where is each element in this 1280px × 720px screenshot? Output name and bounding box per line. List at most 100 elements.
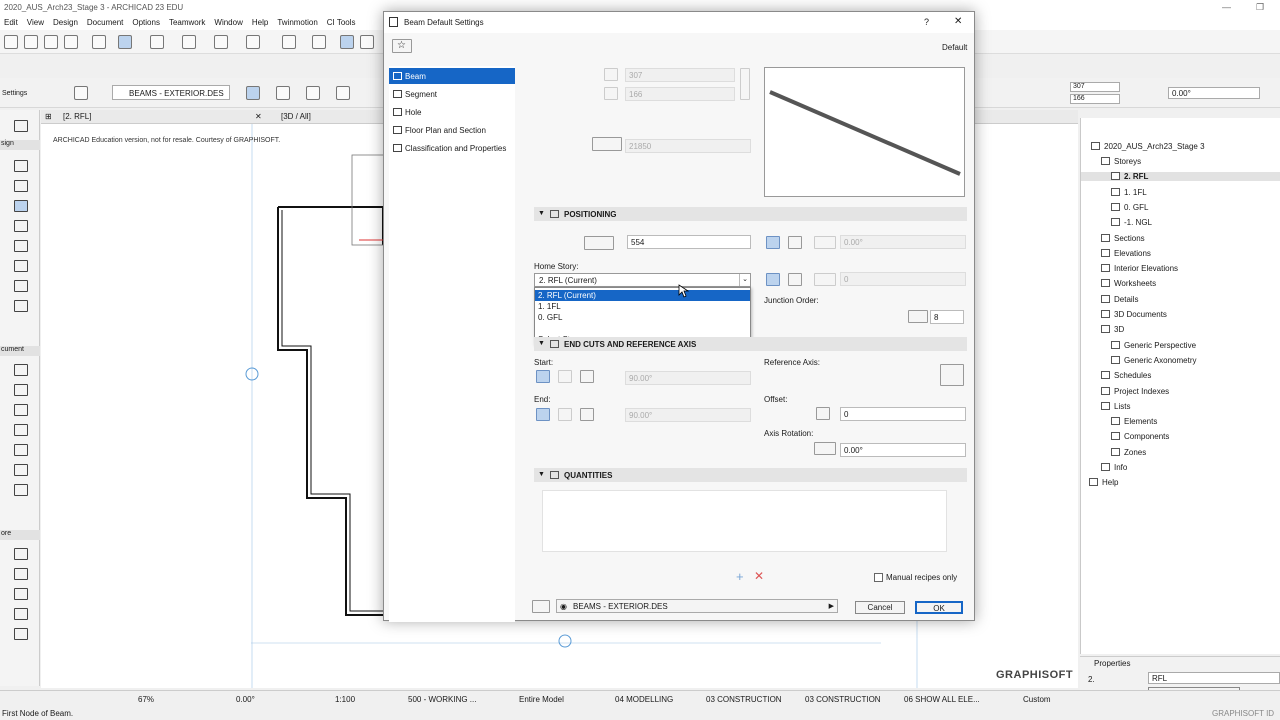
navigator-item[interactable]: Schedules xyxy=(1101,371,1151,380)
story-option[interactable]: 0. GFL xyxy=(535,312,750,323)
axis-rotation-field[interactable]: 0.00° xyxy=(840,443,966,457)
curve-field[interactable]: 0 xyxy=(840,272,966,286)
rotation-angle[interactable]: 0.00° xyxy=(236,695,255,704)
add-icon[interactable]: + xyxy=(736,569,744,584)
zoom-level[interactable]: 67% xyxy=(138,695,154,704)
polyline-tool-icon[interactable] xyxy=(14,444,28,456)
menu-view[interactable]: View xyxy=(27,16,44,27)
home-story-dropdown[interactable]: 2. RFL (Current) ⌄ xyxy=(534,273,751,287)
graphisoft-id[interactable]: GRAPHISOFT ID xyxy=(1212,709,1274,718)
minimize-icon[interactable]: — xyxy=(1222,2,1231,12)
quantities-section-header[interactable]: ▼ QUANTITIES xyxy=(534,468,967,482)
mesh-tool-icon[interactable] xyxy=(14,588,28,600)
ok-button[interactable]: OK xyxy=(915,601,963,614)
grid-icon[interactable] xyxy=(214,35,228,49)
menu-teamwork[interactable]: Teamwork xyxy=(169,16,205,27)
junction-order-field[interactable]: 8 xyxy=(930,310,964,324)
nav-item-floor-plan-and-section[interactable]: Floor Plan and Section xyxy=(389,122,515,138)
toolbar-icon[interactable] xyxy=(360,35,374,49)
navigator-root[interactable]: 2020_AUS_Arch23_Stage 3 xyxy=(1091,142,1205,151)
height-field[interactable]: 166 xyxy=(1070,94,1120,104)
menu-edit[interactable]: Edit xyxy=(4,16,18,27)
menu-twinmotion[interactable]: Twinmotion xyxy=(277,16,317,27)
toolbar-icon[interactable] xyxy=(246,35,260,49)
end-vertical-cut-icon[interactable] xyxy=(536,408,550,421)
offset-field[interactable]: 0 xyxy=(840,407,966,421)
navigator-item[interactable]: 0. GFL xyxy=(1111,202,1148,212)
navigator-item[interactable]: Components xyxy=(1111,432,1169,441)
toolbar-icon[interactable] xyxy=(182,35,196,49)
tab-3d[interactable]: [3D / All] xyxy=(281,112,311,121)
navigator-item[interactable]: Info xyxy=(1101,463,1127,472)
navigator-item[interactable]: Generic Axonometry xyxy=(1111,355,1196,365)
navigator-item[interactable]: -1. NGL xyxy=(1111,218,1152,227)
positioning-section-header[interactable]: ▼ POSITIONING xyxy=(534,207,967,221)
toolbar-icon[interactable] xyxy=(92,35,106,49)
arc-tool-icon[interactable] xyxy=(14,424,28,436)
navigator-item[interactable]: Elevations xyxy=(1101,248,1151,258)
navigator-item[interactable]: Sections xyxy=(1101,233,1145,243)
arrow-tool-icon[interactable] xyxy=(14,120,28,132)
object-tool-icon[interactable] xyxy=(14,300,28,312)
toolbar-icon[interactable] xyxy=(44,35,58,49)
toolbar-icon[interactable] xyxy=(64,35,78,49)
close-icon[interactable]: ✕ xyxy=(954,16,962,27)
scale[interactable]: 1:100 xyxy=(335,695,355,704)
lamp-tool-icon[interactable] xyxy=(14,568,28,580)
navigator-item[interactable]: Elements xyxy=(1111,417,1157,426)
text-tool-icon[interactable] xyxy=(14,384,28,396)
beam-method-icon[interactable] xyxy=(336,86,350,100)
geometry-method-icon[interactable] xyxy=(74,86,88,100)
endcuts-section-header[interactable]: ▼ END CUTS AND REFERENCE AXIS xyxy=(534,337,967,351)
camera-tool-icon[interactable] xyxy=(14,628,28,640)
line-tool-icon[interactable] xyxy=(14,404,28,416)
delete-icon[interactable]: ✕ xyxy=(754,569,764,583)
roof-tool-icon[interactable] xyxy=(14,240,28,252)
nav-item-beam[interactable]: Beam xyxy=(389,68,515,84)
footer-layer-selector[interactable]: ◉ BEAMS - EXTERIOR.DES ▶ xyxy=(556,599,838,613)
navigator-item[interactable]: Interior Elevations xyxy=(1101,264,1178,273)
morph-tool-icon[interactable] xyxy=(14,608,28,620)
nav-item-segment[interactable]: Segment xyxy=(389,86,515,102)
menu-design[interactable]: Design xyxy=(53,16,78,27)
slab-tool-icon[interactable] xyxy=(14,220,28,232)
start-vertical-cut-icon[interactable] xyxy=(536,370,550,383)
mvo[interactable]: 04 MODELLING xyxy=(615,695,673,704)
navigator-item[interactable]: Help xyxy=(1089,478,1118,487)
layer-selector[interactable]: BEAMS - EXTERIOR.DES xyxy=(112,85,230,100)
cancel-button[interactable]: Cancel xyxy=(855,601,905,614)
straight-beam-icon[interactable] xyxy=(766,273,780,286)
end-angle-field[interactable]: 90.00° xyxy=(625,408,751,422)
menu-options[interactable]: Options xyxy=(132,16,160,27)
beam-tool-icon[interactable] xyxy=(14,200,28,212)
beam-method-icon[interactable] xyxy=(246,86,260,100)
navigator-item[interactable]: Zones xyxy=(1111,447,1146,457)
toolbar-icon[interactable] xyxy=(340,35,354,49)
dimension-tool-icon[interactable] xyxy=(14,364,28,376)
toolbar-icon[interactable] xyxy=(150,35,164,49)
navigator-item[interactable]: Storeys xyxy=(1101,157,1141,166)
story-name-field[interactable]: RFL xyxy=(1148,672,1280,684)
model-view[interactable]: Entire Model xyxy=(519,695,564,704)
stair-tool-icon[interactable] xyxy=(14,280,28,292)
slant-angle-field[interactable]: 0.00° xyxy=(840,235,966,249)
marker-tool-icon[interactable] xyxy=(14,484,28,496)
zone-tool-icon[interactable] xyxy=(14,548,28,560)
navigator-item[interactable]: 3D Documents xyxy=(1101,310,1167,319)
menu-document[interactable]: Document xyxy=(87,16,123,27)
tab-plan[interactable]: [2. RFL] xyxy=(63,112,91,121)
close-tab-icon[interactable]: ✕ xyxy=(255,112,262,121)
start-custom-cut-icon[interactable] xyxy=(580,370,594,383)
navigator-item[interactable]: Generic Perspective xyxy=(1111,340,1196,350)
curved-beam-icon[interactable] xyxy=(788,273,802,286)
dimension-style[interactable]: Custom xyxy=(1023,695,1051,704)
menu-ci-tools[interactable]: CI Tools xyxy=(327,16,356,27)
width-field[interactable]: 307 xyxy=(1070,82,1120,92)
beam-method-icon[interactable] xyxy=(306,86,320,100)
pen-set[interactable]: 03 CONSTRUCTION xyxy=(706,695,782,704)
end-angle-cut-icon[interactable] xyxy=(558,408,572,421)
slanted-beam-icon[interactable] xyxy=(788,236,802,249)
toolbar-icon[interactable] xyxy=(118,35,132,49)
story-option[interactable]: 1. 1FL xyxy=(535,301,750,312)
story-option[interactable]: 2. RFL (Current) xyxy=(535,290,750,301)
